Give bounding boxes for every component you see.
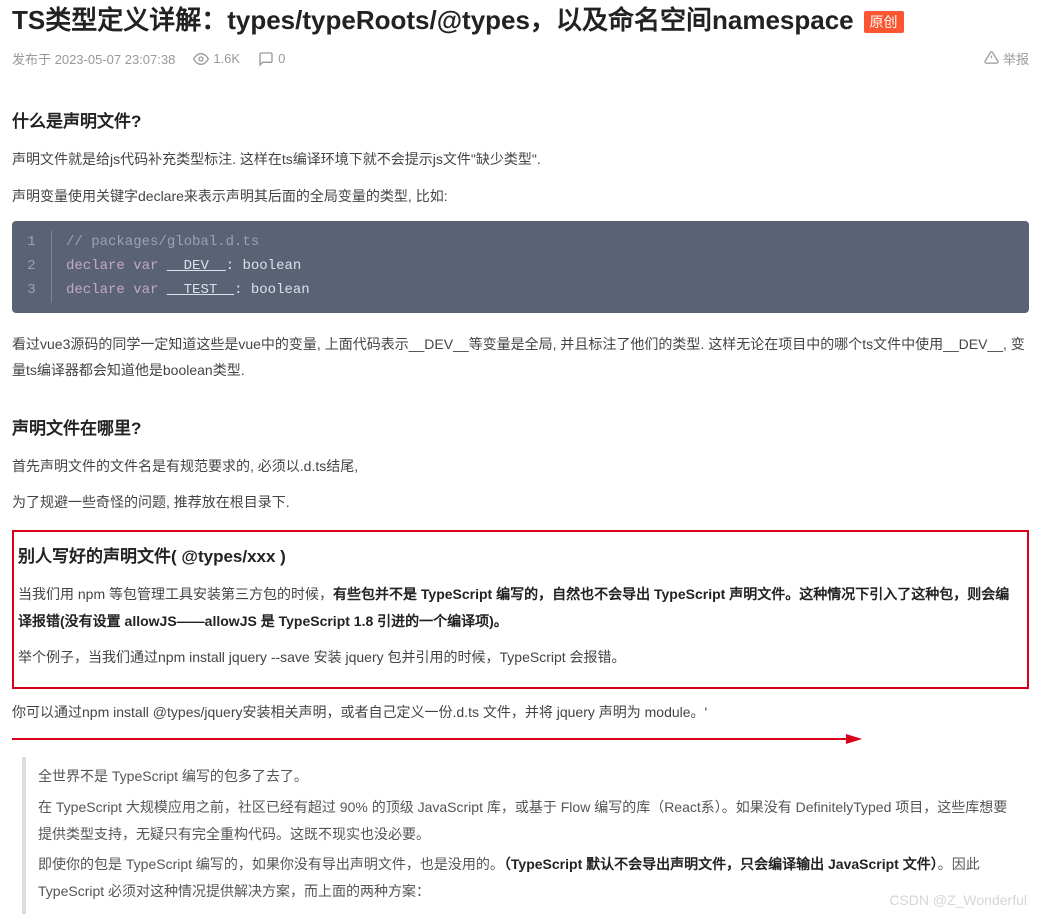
comment-count-value: 0 bbox=[278, 51, 285, 66]
article-title: TS类型定义详解：types/typeRoots/@types，以及命名空间na… bbox=[12, 5, 854, 35]
para-vue3-note: 看过vue3源码的同学一定知道这些是vue中的变量, 上面代码表示__DEV__… bbox=[12, 331, 1029, 384]
publish-time: 发布于 2023-05-07 23:07:38 bbox=[12, 49, 175, 68]
highlighted-section: 别人写好的声明文件( @types/xxx ) 当我们用 npm 等包管理工具安… bbox=[12, 530, 1029, 689]
heading-types-xxx: 别人写好的声明文件( @types/xxx ) bbox=[18, 542, 1023, 567]
warning-icon bbox=[984, 50, 999, 68]
blockquote: 全世界不是 TypeScript 编写的包多了去了。 在 TypeScript … bbox=[22, 757, 1029, 914]
line-number: 3 bbox=[12, 279, 52, 303]
view-count-value: 1.6K bbox=[213, 51, 240, 66]
code-line: 1 // packages/global.d.ts bbox=[12, 231, 1029, 255]
code-block: 1 // packages/global.d.ts 2 declare var … bbox=[12, 221, 1029, 312]
comment-count[interactable]: 0 bbox=[258, 51, 285, 67]
para-root-recommend: 为了规避一些奇怪的问题, 推荐放在根目录下. bbox=[12, 489, 1029, 516]
para-install-types-jquery: 你可以通过npm install @types/jquery安装相关声明，或者自… bbox=[12, 699, 1029, 726]
view-count: 1.6K bbox=[193, 51, 240, 67]
code-text: declare var __DEV__: boolean bbox=[66, 255, 301, 279]
line-number: 1 bbox=[12, 231, 52, 255]
quote-line: 在 TypeScript 大规模应用之前，社区已经有超过 90% 的顶级 Jav… bbox=[38, 794, 1017, 847]
code-line: 3 declare var __TEST__: boolean bbox=[12, 279, 1029, 303]
heading-what-is-declaration: 什么是声明文件? bbox=[12, 107, 1029, 132]
quote-line: 即使你的包是 TypeScript 编写的，如果你没有导出声明文件，也是没用的。… bbox=[38, 851, 1017, 904]
para-jquery-example: 举个例子，当我们通过npm install jquery --save 安装 j… bbox=[18, 644, 1023, 671]
eye-icon bbox=[193, 51, 209, 67]
para-npm-install: 当我们用 npm 等包管理工具安装第三方包的时候，有些包并不是 TypeScri… bbox=[18, 581, 1023, 634]
code-text: declare var __TEST__: boolean bbox=[66, 279, 310, 303]
quote-line: 全世界不是 TypeScript 编写的包多了去了。 bbox=[38, 763, 1017, 790]
heading-where-declaration: 声明文件在哪里? bbox=[12, 414, 1029, 439]
para-declaration-desc: 声明文件就是给js代码补充类型标注. 这样在ts编译环境下就不会提示js文件"缺… bbox=[12, 146, 1029, 173]
code-text: // packages/global.d.ts bbox=[66, 231, 259, 255]
meta-bar: 发布于 2023-05-07 23:07:38 1.6K 0 举报 bbox=[12, 49, 1029, 77]
line-number: 2 bbox=[12, 255, 52, 279]
red-arrow-annotation bbox=[12, 731, 1029, 751]
code-line: 2 declare var __DEV__: boolean bbox=[12, 255, 1029, 279]
comment-icon bbox=[258, 51, 274, 67]
report-label: 举报 bbox=[1003, 49, 1029, 68]
para-filename-rule: 首先声明文件的文件名是有规范要求的, 必须以.d.ts结尾, bbox=[12, 453, 1029, 480]
para-declare-keyword: 声明变量使用关键字declare来表示声明其后面的全局变量的类型, 比如: bbox=[12, 183, 1029, 210]
report-button[interactable]: 举报 bbox=[984, 49, 1029, 68]
original-badge: 原创 bbox=[864, 11, 904, 33]
